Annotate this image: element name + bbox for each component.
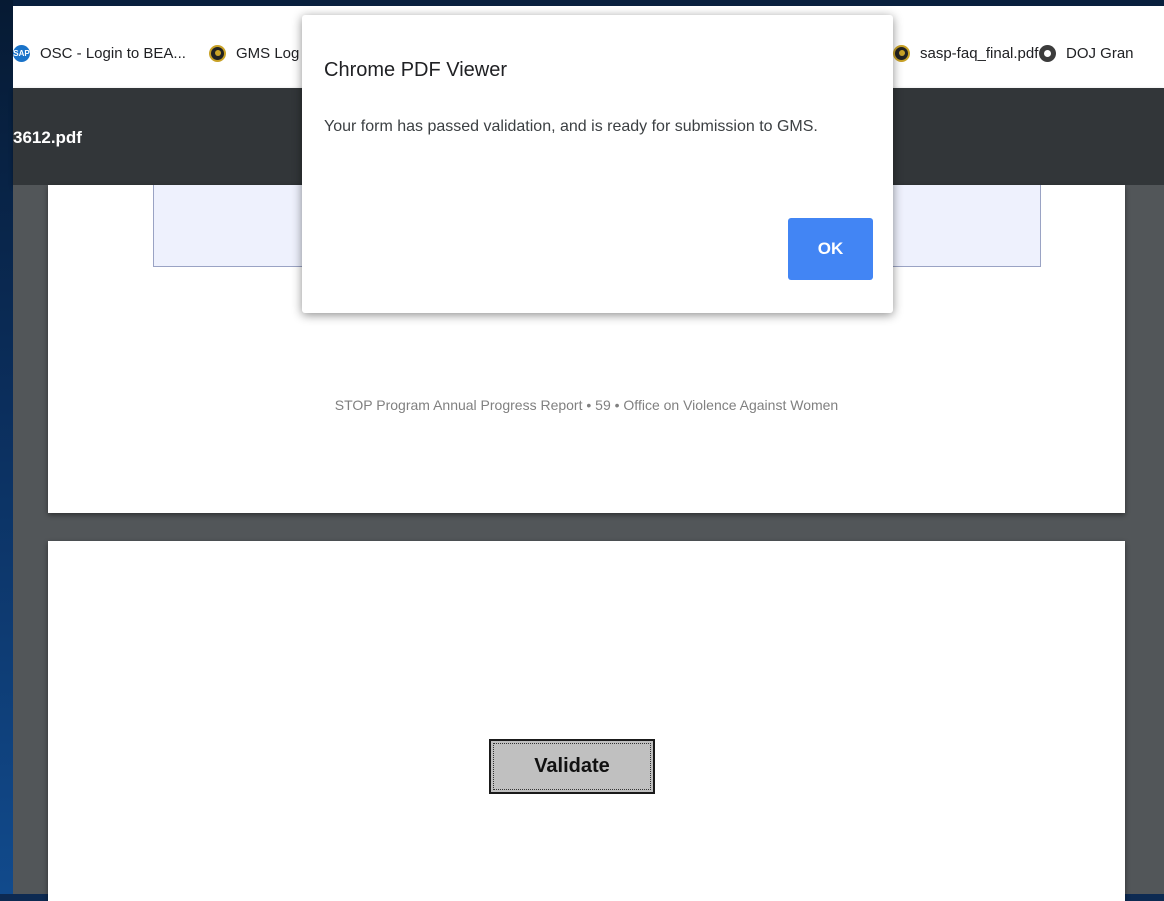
validate-button[interactable]: Validate [489, 739, 655, 794]
globe-icon [1039, 44, 1056, 62]
ok-button[interactable]: OK [788, 218, 873, 280]
sap-icon: SAP [13, 44, 30, 62]
bookmark-doj-grants[interactable]: DOJ Gran [1039, 42, 1134, 64]
doj-seal-icon [893, 44, 910, 62]
bookmark-label: DOJ Gran [1066, 44, 1134, 62]
page-footer: STOP Program Annual Progress Report • 59… [334, 397, 839, 413]
desktop-background [0, 0, 13, 894]
alert-dialog: Chrome PDF Viewer Your form has passed v… [302, 15, 893, 313]
dialog-message: Your form has passed validation, and is … [324, 118, 818, 135]
bookmark-label: OSC - Login to BEA... [40, 44, 186, 62]
bookmark-label: sasp-faq_final.pdf [920, 44, 1039, 62]
doj-seal-icon [209, 44, 226, 62]
bookmark-osc-login[interactable]: SAP OSC - Login to BEA... [13, 42, 186, 64]
pdf-page: Validate [48, 541, 1125, 901]
bookmark-label: GMS Log [236, 44, 300, 62]
pdf-file-title: 3612.pdf [13, 128, 82, 147]
bookmark-sasp-faq[interactable]: sasp-faq_final.pdf [893, 42, 1038, 64]
dialog-title: Chrome PDF Viewer [324, 59, 508, 81]
bookmark-gms-login[interactable]: GMS Log [209, 42, 299, 64]
